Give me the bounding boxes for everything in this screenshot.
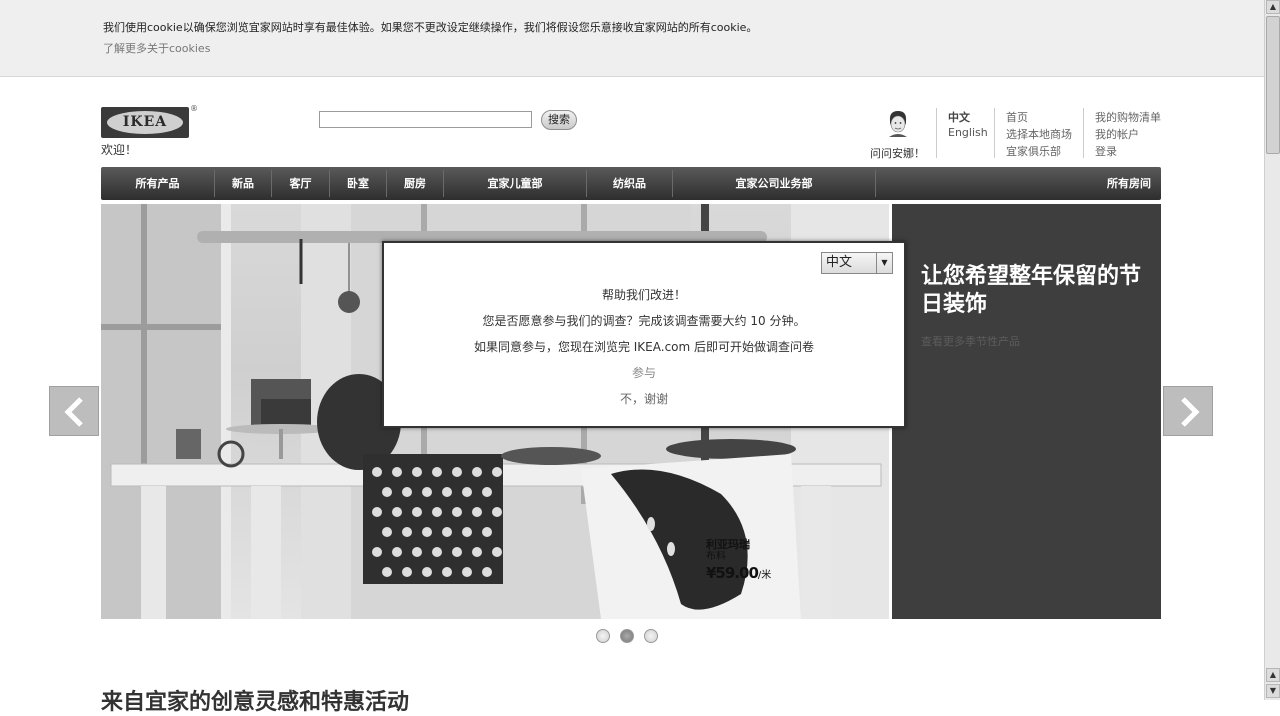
nav-living-room[interactable]: 客厅 [272, 167, 329, 200]
nav-children[interactable]: 宜家儿童部 [444, 167, 586, 200]
scroll-up-arrow-icon[interactable]: ▲ [1266, 0, 1280, 14]
hero-title[interactable]: 让您希望整年保留的节日装饰 [921, 263, 1141, 319]
my-account-link[interactable]: 我的帐户 [1095, 126, 1139, 142]
main-nav: 所有产品 新品 客厅 卧室 厨房 宜家儿童部 纺织品 宜家公司业务部 所有房间 [101, 167, 1161, 200]
cookie-banner: 我们使用cookie以确保您浏览宜家网站时享有最佳体验。如果您不更改设定继续操作… [0, 0, 1264, 77]
cookie-learn-more-link[interactable]: 了解更多关于cookies [103, 40, 210, 56]
carousel-dot-3[interactable] [644, 629, 658, 643]
registered-mark-icon: ® [190, 104, 198, 113]
survey-language-select[interactable]: 中文 ▼ [821, 252, 893, 274]
chevron-left-icon [64, 397, 83, 427]
ikea-family-link[interactable]: 宜家俱乐部 [1006, 143, 1061, 159]
ask-anna-link[interactable]: 问问安娜！ [870, 145, 925, 161]
product-price-tag[interactable]: 利亚玛瑞 布料 ¥59.00/米 [706, 538, 771, 582]
nav-kitchen[interactable]: 厨房 [387, 167, 443, 200]
chevron-down-icon: ▼ [876, 253, 892, 273]
section-title: 来自宜家的创意灵感和特惠活动 [101, 690, 410, 715]
scroll-up-arrow-icon[interactable]: ▲ [1266, 668, 1280, 682]
nav-business[interactable]: 宜家公司业务部 [673, 167, 875, 200]
nav-bedroom[interactable]: 卧室 [330, 167, 386, 200]
search-input[interactable] [319, 111, 532, 128]
carousel-next-button[interactable] [1163, 386, 1213, 436]
scroll-down-arrow-icon[interactable]: ▼ [1266, 684, 1280, 698]
nav-textiles[interactable]: 纺织品 [587, 167, 672, 200]
survey-accept-link[interactable]: 参与 [384, 364, 904, 381]
welcome-text: 欢迎！ [101, 143, 138, 157]
product-price: ¥59.00 [706, 564, 759, 582]
language-chinese[interactable]: 中文 [948, 109, 970, 125]
ask-anna-avatar-icon[interactable] [886, 109, 910, 137]
cookie-message: 我们使用cookie以确保您浏览宜家网站时享有最佳体验。如果您不更改设定继续操作… [103, 21, 758, 34]
language-english[interactable]: English [948, 126, 988, 139]
choose-store-link[interactable]: 选择本地商场 [1006, 126, 1072, 142]
logo-text: IKEA [122, 114, 168, 130]
page-scrollbar[interactable]: ▲ ▲ ▼ [1264, 0, 1280, 700]
nav-all-rooms[interactable]: 所有房间 [1041, 167, 1151, 200]
survey-language-value: 中文 [826, 255, 853, 270]
product-name: 利亚玛瑞 [706, 538, 750, 551]
carousel-dot-2[interactable] [620, 629, 634, 643]
chevron-right-icon [1181, 397, 1200, 427]
login-link[interactable]: 登录 [1095, 143, 1117, 159]
survey-decline-link[interactable]: 不，谢谢 [384, 390, 904, 407]
carousel-prev-button[interactable] [49, 386, 99, 436]
scrollbar-thumb[interactable] [1266, 16, 1280, 154]
hero-more-link[interactable]: 查看更多季节性产品 [921, 333, 1020, 349]
ikea-logo[interactable]: IKEA [101, 107, 189, 138]
nav-new[interactable]: 新品 [215, 167, 271, 200]
survey-dialog: 中文 ▼ 帮助我们改进！ 您是否愿意参与我们的调查？完成该调查需要大约 10 分… [382, 241, 906, 428]
survey-instructions: 如果同意参与，您现在浏览完 IKEA.com 后即可开始做调查问卷 [473, 340, 815, 354]
header-divider [994, 108, 995, 158]
shopping-list-link[interactable]: 我的购物清单 [1095, 109, 1161, 125]
product-type: 布料 [706, 551, 726, 562]
carousel-dot-1[interactable] [596, 629, 610, 643]
nav-all-products[interactable]: 所有产品 [101, 167, 214, 200]
home-link[interactable]: 首页 [1006, 109, 1028, 125]
search-button[interactable]: 搜索 [541, 110, 577, 130]
survey-heading: 帮助我们改进！ [601, 288, 686, 302]
survey-description: 您是否愿意参与我们的调查？完成该调查需要大约 10 分钟。 [482, 314, 806, 328]
product-unit: /米 [757, 570, 772, 581]
header-divider [1083, 108, 1084, 158]
header-divider [936, 108, 937, 158]
